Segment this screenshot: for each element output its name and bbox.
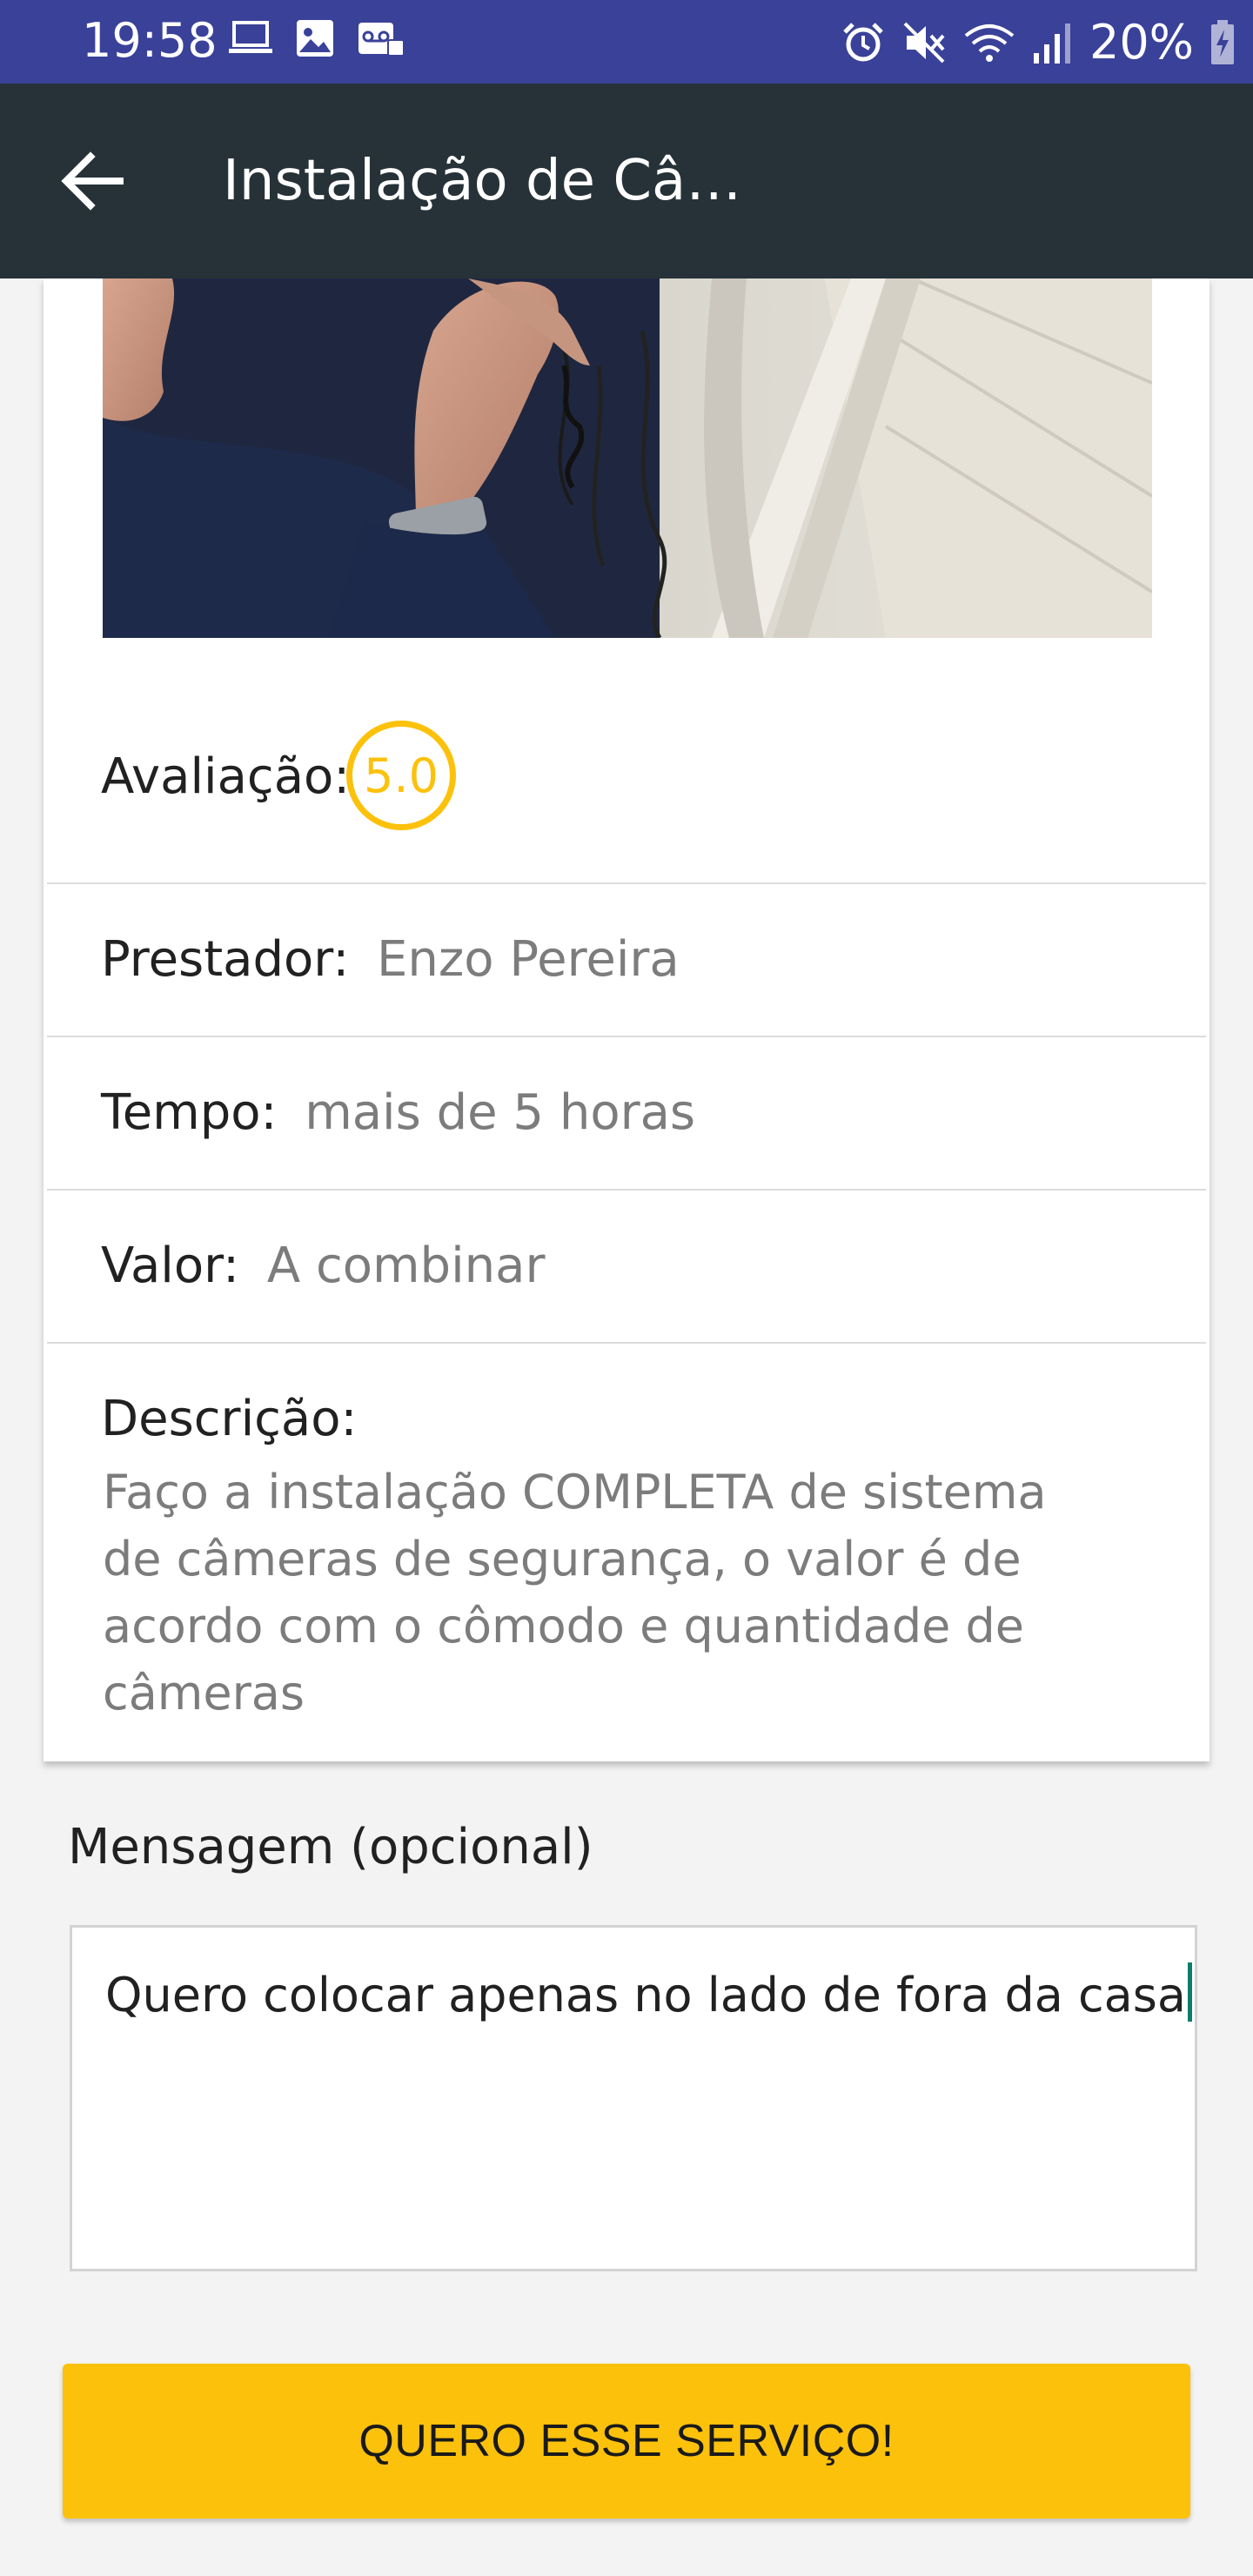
rating-label: Avaliação: xyxy=(101,748,351,805)
description-label: Descrição: xyxy=(101,1391,358,1447)
description-line: acordo com o cômodo e quantidade de xyxy=(103,1599,1025,1654)
voicemail-icon xyxy=(358,23,405,57)
time-value: mais de 5 horas xyxy=(305,1084,696,1141)
status-right-icons: 20% xyxy=(841,16,1236,70)
wifi-icon xyxy=(964,24,1015,62)
rating-value: 5.0 xyxy=(364,748,439,803)
battery-charging-icon xyxy=(1211,20,1234,64)
laptop-icon xyxy=(229,21,272,53)
description-text: Faço a instalação COMPLETA de sistema de… xyxy=(103,1459,1103,1727)
message-label: Mensagem (opcional) xyxy=(68,1819,593,1875)
request-service-button[interactable]: QUERO ESSE SERVIÇO! xyxy=(63,2364,1190,2519)
provider-value: Enzo Pereira xyxy=(377,931,680,988)
battery-percentage: 20% xyxy=(1089,15,1194,70)
status-left-icons xyxy=(228,17,405,59)
signal-icon xyxy=(1033,23,1070,64)
description-divider xyxy=(47,1342,1206,1344)
status-time: 19:58 xyxy=(82,13,218,68)
mute-icon xyxy=(903,22,945,64)
image-icon xyxy=(297,20,333,57)
message-input-value: Quero colocar apenas no lado de fora da … xyxy=(105,1968,1186,2023)
price-row: Valor: A combinar xyxy=(47,1189,1206,1344)
status-bar: 19:58 20% xyxy=(0,0,1253,84)
time-row: Tempo: mais de 5 horas xyxy=(47,1036,1206,1191)
description-line: câmeras xyxy=(103,1666,305,1721)
app-bar: Instalação de Câ… xyxy=(0,84,1253,278)
page-title: Instalação de Câ… xyxy=(223,149,742,213)
price-label: Valor: xyxy=(101,1238,240,1294)
description-line: Faço a instalação COMPLETA de sistema xyxy=(103,1465,1047,1519)
arrow-back-icon[interactable] xyxy=(52,141,132,221)
message-input[interactable]: Quero colocar apenas no lado de fora da … xyxy=(70,1925,1197,2271)
time-label: Tempo: xyxy=(101,1084,278,1141)
service-photo xyxy=(103,278,1152,638)
rating-badge: 5.0 xyxy=(346,721,456,830)
service-card: Avaliação: 5.0 Prestador: Enzo Pereira T… xyxy=(44,278,1209,1761)
text-cursor xyxy=(1188,1962,1192,2022)
description-line: de câmeras de segurança, o valor é de xyxy=(103,1532,1022,1587)
provider-label: Prestador: xyxy=(101,931,350,988)
provider-row: Prestador: Enzo Pereira xyxy=(47,882,1206,1037)
alarm-icon xyxy=(843,23,883,62)
price-value: A combinar xyxy=(266,1238,546,1294)
